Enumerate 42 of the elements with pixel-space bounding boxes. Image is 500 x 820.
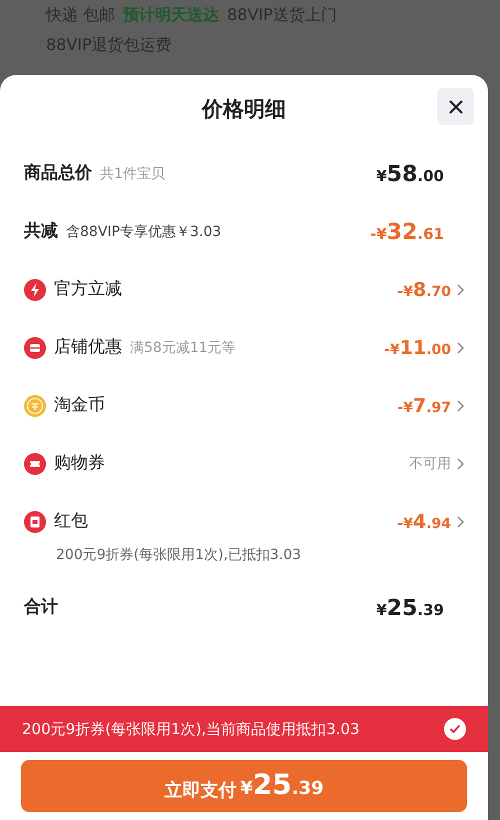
row-label: 店铺优惠 — [54, 336, 122, 360]
amount: -¥32.61 — [370, 218, 444, 246]
discount-row[interactable]: 店铺优惠 满58元减11元等 -¥11.00 — [24, 319, 464, 377]
discount-amount: -¥11.00 — [384, 336, 451, 361]
ticket-icon — [24, 453, 46, 475]
amount: ¥58.00 — [376, 160, 444, 188]
shop-icon — [24, 337, 46, 359]
chevron-icon — [457, 400, 464, 412]
coupon-banner-text: 200元9折券(每张限用1次),当前商品使用抵扣3.03 — [22, 718, 360, 740]
row-label: 购物券 — [54, 452, 105, 476]
row-label: 官方立减 — [54, 278, 122, 302]
row-label: 合计 — [24, 596, 58, 620]
coupon-detail: 200元9折券(每张限用1次),已抵扣3.03 — [56, 546, 302, 565]
lightning-icon — [24, 279, 46, 301]
sheet-title: 价格明细 — [202, 96, 286, 124]
row-note: 共1件宝贝 — [100, 164, 165, 184]
chevron-icon — [457, 458, 464, 470]
chevron-icon — [457, 284, 464, 296]
row-label: 商品总价 — [24, 162, 92, 186]
envelope-icon — [24, 511, 46, 533]
row-label: 共减 — [24, 220, 58, 244]
discount-amount: -¥4.94 — [397, 510, 451, 535]
chevron-icon — [457, 516, 464, 528]
row-label: 淘金币 — [54, 394, 105, 418]
close-icon — [448, 98, 464, 114]
coin-icon — [24, 395, 46, 417]
discount-amount: -¥7.97 — [397, 394, 451, 419]
chevron-icon — [457, 342, 464, 354]
row-note: 含88VIP专享优惠￥3.03 — [66, 222, 222, 242]
discount-row[interactable]: 官方立减 -¥8.70 — [24, 261, 464, 319]
amount: ¥25.39 — [376, 594, 444, 622]
row-note: 满58元减11元等 — [130, 338, 236, 358]
checkbox[interactable] — [444, 718, 466, 740]
delivery-tag: 预计明天送达 — [123, 0, 220, 30]
discount-amount: -¥8.70 — [397, 278, 451, 303]
close-button[interactable] — [437, 88, 474, 125]
check-icon — [449, 724, 461, 734]
discount-row[interactable]: 淘金币 -¥7.97 — [24, 377, 464, 435]
unavailable-text: 不可用 — [409, 454, 451, 474]
discount-row[interactable]: 购物券 不可用 — [24, 435, 464, 493]
row-label: 红包 — [54, 510, 88, 534]
discount-row[interactable]: 红包 -¥4.94 — [24, 499, 464, 545]
